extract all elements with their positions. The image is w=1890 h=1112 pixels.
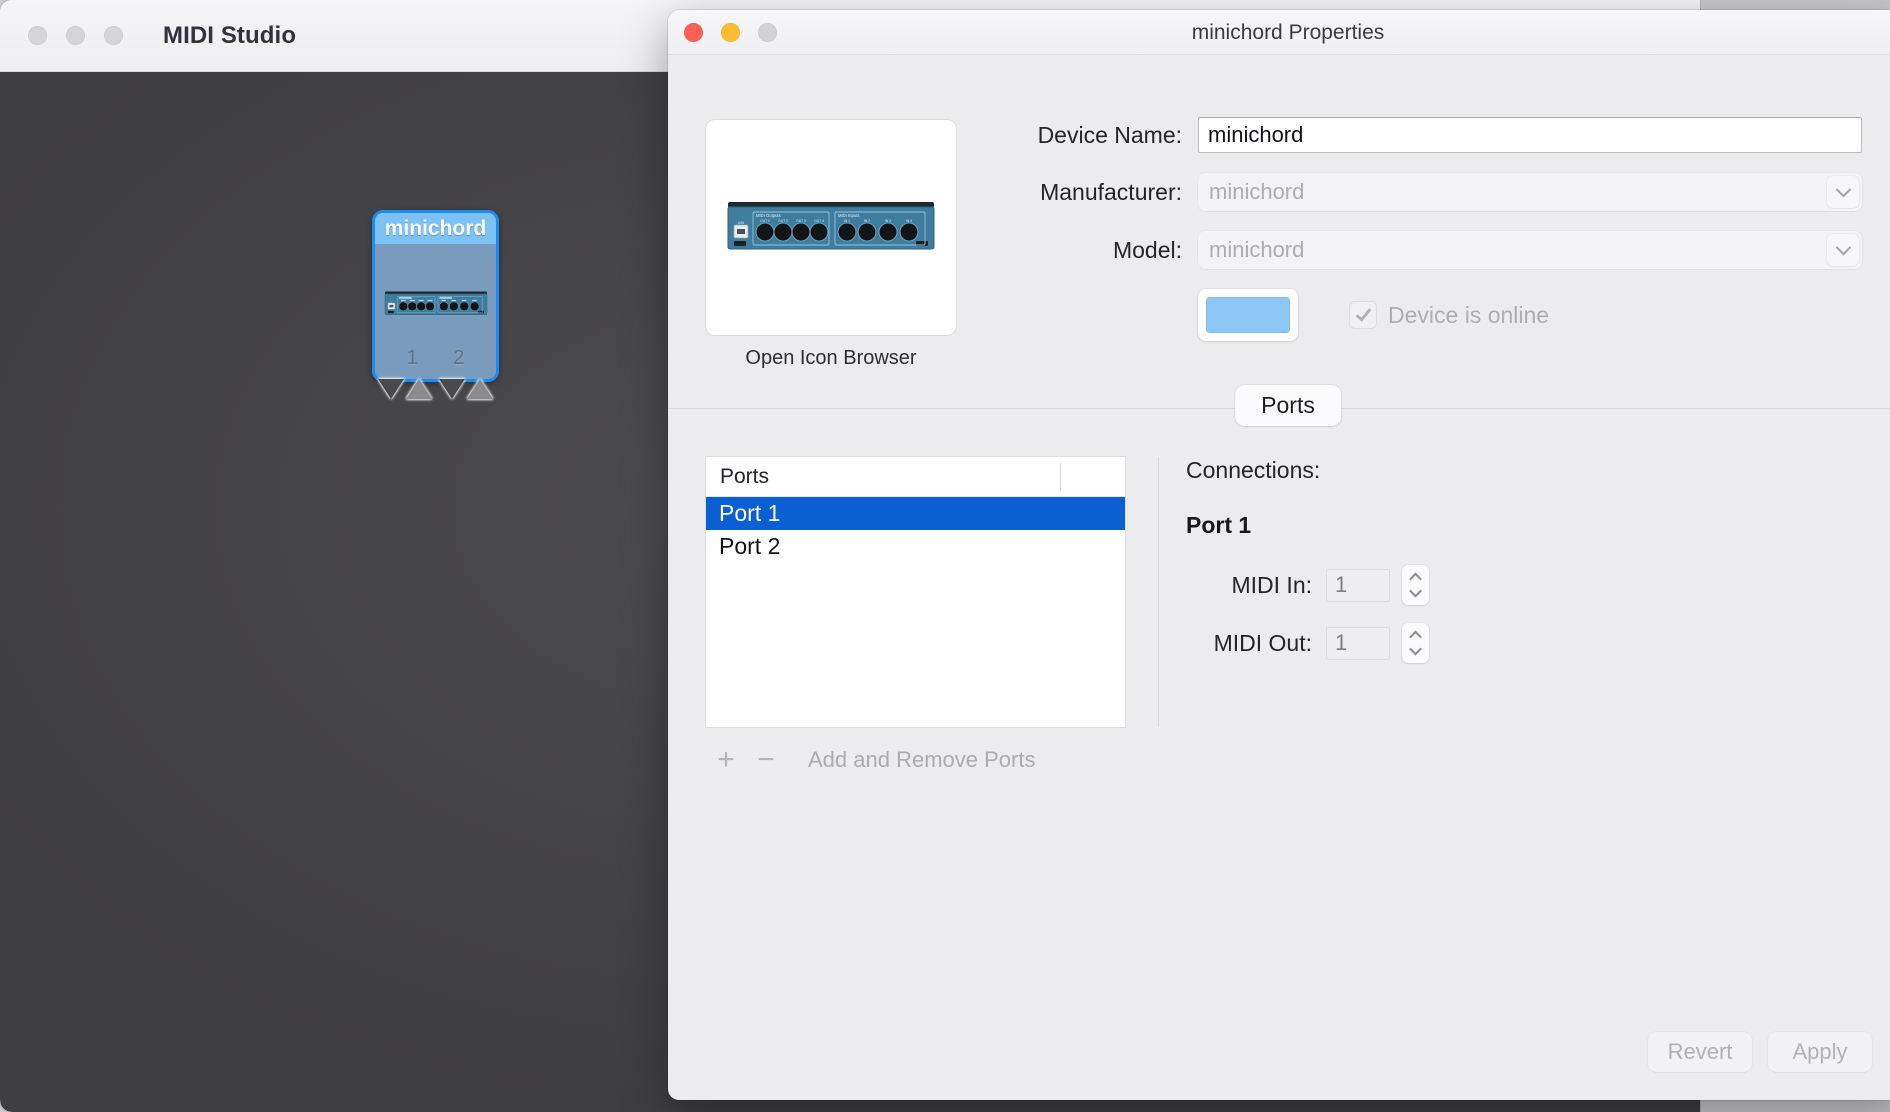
device-name-row: Device Name: (968, 117, 1868, 153)
manufacturer-label: Manufacturer: (1040, 178, 1182, 205)
ports-list[interactable]: Ports Port 1 Port 2 (706, 457, 1125, 727)
device-color-swatch[interactable] (1206, 297, 1290, 333)
midi-interface-glyph: MIDI Outputs MIDI Inputs OUT 1 OUT 2 OUT … (727, 201, 935, 249)
svg-text:OUT 2: OUT 2 (778, 219, 788, 223)
midi-interface-icon: MIDI Outputs MIDI Inputs OUT 1 OUT 2 OUT … (725, 199, 937, 257)
properties-footer: Revert Apply (668, 1004, 1890, 1100)
chevron-down-icon[interactable] (1827, 234, 1859, 266)
triangle-up-icon[interactable] (406, 379, 433, 399)
device-tile-port-arrows (375, 379, 496, 399)
add-remove-ports-row: + − Add and Remove Ports (706, 743, 1035, 777)
add-remove-ports-label: Add and Remove Ports (808, 747, 1036, 772)
connections-divider (1158, 457, 1159, 727)
midi-out-input[interactable] (1326, 626, 1390, 660)
svg-text:OUT 4: OUT 4 (814, 219, 824, 223)
model-value: minichord (1209, 237, 1305, 262)
port-number-2: 2 (453, 347, 465, 369)
model-row: Model: minichord (968, 231, 1868, 269)
midi-in-row: MIDI In: (1186, 565, 1429, 605)
midi-out-stepper[interactable] (1402, 623, 1429, 663)
minimize-icon[interactable] (66, 26, 85, 45)
ports-list-header: Ports (706, 457, 1125, 497)
column-divider[interactable] (1060, 463, 1061, 491)
apply-button[interactable]: Apply (1768, 1032, 1872, 1072)
color-and-online-row: Device is online (968, 289, 1868, 341)
svg-text:IN 2: IN 2 (864, 219, 870, 223)
manufacturer-row: Manufacturer: minichord (968, 173, 1868, 211)
manufacturer-value: minichord (1209, 179, 1305, 204)
midi-interface-glyph (384, 291, 487, 316)
device-tile-minichord[interactable]: minichord 1 2 (372, 210, 499, 382)
ports-column-header: Ports (720, 464, 770, 488)
ports-section: Ports Port 1 Port 2 + − Add and Remove P… (668, 447, 1890, 1004)
svg-text:IN 1: IN 1 (844, 219, 850, 223)
device-name-label: Device Name: (1037, 121, 1182, 148)
chevron-up-icon[interactable] (1409, 630, 1422, 644)
midi-in-stepper[interactable] (1402, 565, 1429, 605)
table-row[interactable]: Port 2 (706, 530, 1125, 563)
midi-in-label: MIDI In: (1231, 571, 1312, 598)
manufacturer-combobox[interactable]: minichord (1198, 173, 1862, 211)
midi-out-row: MIDI Out: (1186, 623, 1429, 663)
add-port-button[interactable]: + (706, 743, 746, 777)
device-online-checkbox[interactable] (1350, 302, 1376, 328)
triangle-up-icon[interactable] (466, 379, 493, 399)
remove-port-button[interactable]: − (746, 743, 786, 777)
connections-title: Connections: (1186, 457, 1321, 483)
chevron-up-icon[interactable] (1409, 572, 1422, 586)
chevron-down-icon[interactable] (1827, 176, 1859, 208)
device-tile-port-numbers: 1 2 (375, 347, 496, 370)
svg-text:IN 3: IN 3 (885, 219, 891, 223)
svg-text:OUT 3: OUT 3 (796, 219, 806, 223)
midi-in-input[interactable] (1326, 568, 1390, 602)
device-info-section: MIDI Outputs MIDI Inputs OUT 1 OUT 2 OUT … (668, 55, 1890, 369)
midi-studio-title: MIDI Studio (163, 22, 297, 49)
port-2-arrows[interactable] (438, 379, 493, 399)
device-online-label: Device is online (1388, 301, 1550, 328)
svg-text:USB: USB (738, 221, 745, 225)
svg-text:MIDI Outputs: MIDI Outputs (756, 213, 781, 218)
port-row-label: Port 2 (719, 533, 781, 559)
screen: MIDI Studio minichord 1 2 minichord Prop… (0, 0, 1890, 1112)
device-online-checkbox-row[interactable]: Device is online (1350, 302, 1549, 329)
minichord-properties-window: minichord Properties MIDI Outputs MIDI I… (668, 10, 1890, 1100)
midi-interface-icon (383, 290, 488, 319)
svg-text:IN 4: IN 4 (906, 219, 912, 223)
revert-button[interactable]: Revert (1648, 1032, 1752, 1072)
svg-text:MIDI Inputs: MIDI Inputs (838, 213, 859, 218)
close-icon[interactable] (28, 26, 47, 45)
checkmark-icon (1355, 304, 1372, 322)
model-label: Model: (1112, 236, 1182, 263)
svg-text:OUT 1: OUT 1 (760, 219, 770, 223)
triangle-down-icon[interactable] (438, 379, 465, 399)
port-1-arrows[interactable] (378, 379, 433, 399)
table-row[interactable]: Port 1 (706, 497, 1125, 530)
connections-port-name: Port 1 (1186, 512, 1252, 538)
chevron-down-icon[interactable] (1409, 584, 1422, 598)
tab-ports[interactable]: Ports (1235, 385, 1341, 426)
connections-panel: Connections: Port 1 MIDI In: MIDI Out: (1186, 457, 1429, 681)
model-combobox[interactable]: minichord (1198, 231, 1862, 269)
midi-out-label: MIDI Out: (1213, 629, 1312, 656)
device-name-input[interactable] (1198, 117, 1862, 153)
device-tile-header: minichord (375, 213, 496, 244)
properties-titlebar[interactable]: minichord Properties (668, 10, 1890, 55)
zoom-icon[interactable] (104, 26, 123, 45)
device-tile-name: minichord (384, 216, 487, 240)
open-icon-browser-button[interactable]: Open Icon Browser (706, 347, 956, 370)
port-number-1: 1 (406, 347, 418, 369)
midi-studio-traffic-lights (28, 26, 123, 45)
device-icon-card[interactable]: MIDI Outputs MIDI Inputs OUT 1 OUT 2 OUT … (706, 120, 956, 335)
device-form: Device Name: Manufacturer: minichord Mod… (968, 117, 1868, 341)
tab-strip: Ports (668, 385, 1890, 431)
device-tile-body: 1 2 (375, 244, 496, 379)
properties-title: minichord Properties (1191, 21, 1385, 44)
chevron-down-icon[interactable] (1409, 642, 1422, 656)
port-row-label: Port 1 (719, 500, 781, 526)
properties-body: MIDI Outputs MIDI Inputs OUT 1 OUT 2 OUT … (668, 55, 1890, 1100)
device-color-swatch-button[interactable] (1198, 289, 1298, 341)
triangle-down-icon[interactable] (378, 379, 405, 399)
